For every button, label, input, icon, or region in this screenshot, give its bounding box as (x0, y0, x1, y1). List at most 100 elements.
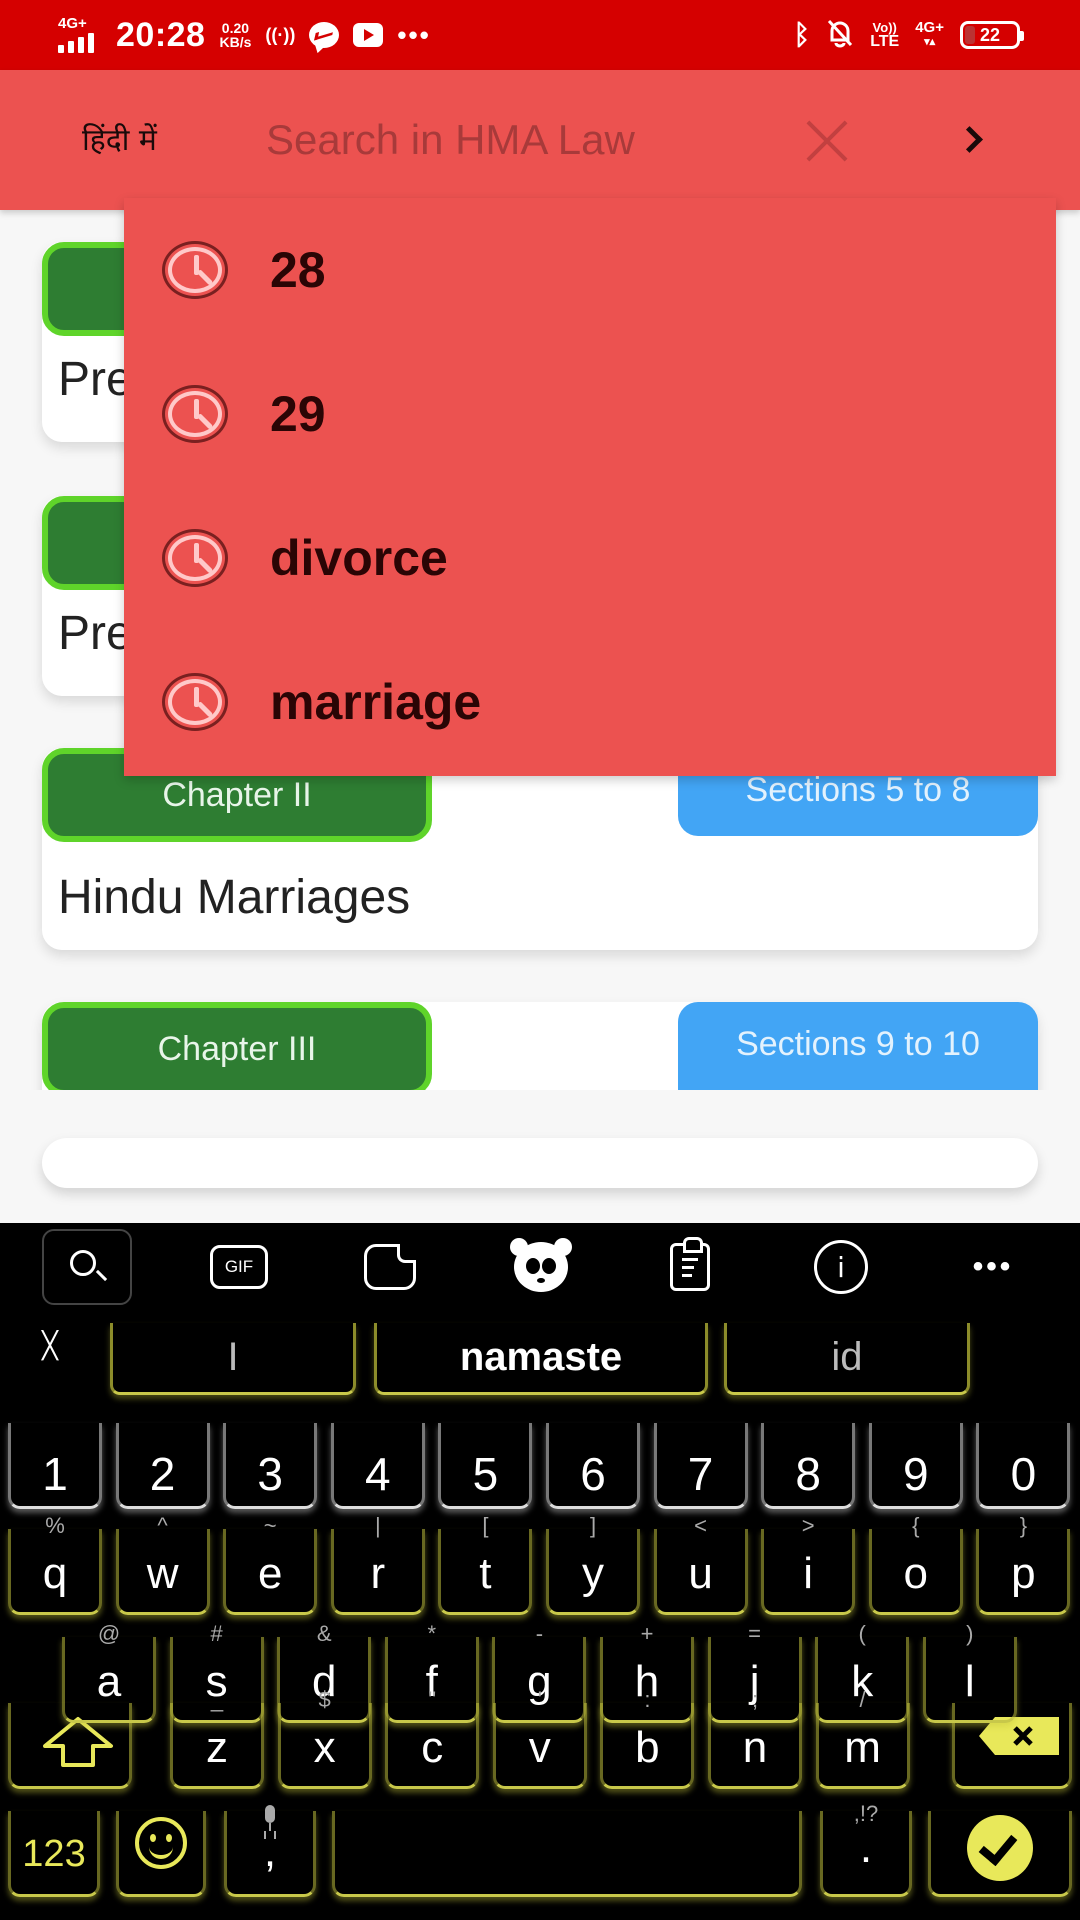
emoji-icon (135, 1816, 187, 1869)
letter-key[interactable]: ; n (708, 1687, 802, 1789)
key-alt-label: ( (858, 1621, 866, 1646)
letter-key[interactable]: ' v (492, 1687, 587, 1789)
number-key[interactable]: 5 (438, 1423, 533, 1509)
number-key[interactable]: 9 (868, 1423, 963, 1509)
key-label: i (803, 1549, 814, 1598)
key-alt-label: : (644, 1687, 651, 1712)
suggestion-item[interactable]: 28 (124, 198, 1056, 342)
key-label: o (903, 1549, 929, 1598)
key-label: a (96, 1657, 122, 1706)
number-key[interactable]: 2 (115, 1423, 210, 1509)
key-alt-label: ^ (157, 1513, 168, 1538)
number-key[interactable]: 8 (761, 1423, 856, 1509)
key-label: n (742, 1723, 768, 1772)
key-alt-label: % (45, 1513, 65, 1538)
letter-key[interactable]: ~ e (223, 1513, 318, 1615)
letter-key[interactable]: " c (385, 1687, 480, 1789)
clear-search-button[interactable] (800, 114, 854, 168)
more-icon: ••• (972, 1250, 1014, 1283)
letter-key[interactable]: _ z (170, 1687, 264, 1789)
key-label: u (688, 1549, 713, 1598)
collapse-keyboard-icon[interactable]: ╳ (32, 1333, 68, 1385)
letter-key[interactable]: % q (8, 1513, 102, 1615)
letter-key[interactable]: [t (438, 1513, 533, 1615)
space-key[interactable] (332, 1811, 802, 1897)
suggestion-item[interactable]: marriage (124, 630, 1056, 774)
key-label: 1 (42, 1448, 68, 1500)
sticker-button[interactable] (345, 1229, 435, 1305)
clipboard-button[interactable] (645, 1229, 735, 1305)
search-input[interactable] (266, 108, 766, 172)
key-label: z (206, 1723, 228, 1772)
key-label: 6 (580, 1448, 606, 1500)
number-key[interactable]: 0 (976, 1423, 1071, 1509)
key-alt-label: > (801, 1513, 815, 1538)
letter-key[interactable]: / m (815, 1687, 910, 1789)
hindi-language-toggle[interactable]: हिंदी में (82, 118, 157, 159)
key-alt-label: ] (589, 1513, 597, 1538)
key-alt-label: } (1019, 1513, 1028, 1538)
letter-key[interactable]: > i (761, 1513, 856, 1615)
letter-key[interactable]: :b (600, 1687, 695, 1789)
letter-key[interactable]: < u (653, 1513, 748, 1615)
battery-icon: 22 (960, 21, 1024, 49)
comma-key[interactable]: , (224, 1805, 316, 1897)
letter-key[interactable]: ^ w (115, 1513, 210, 1615)
suggestion-label: divorce (270, 530, 448, 586)
suggestion-item[interactable]: divorce (124, 486, 1056, 630)
keyboard-search-button[interactable] (42, 1229, 132, 1305)
number-key[interactable]: 6 (546, 1423, 640, 1509)
letter-key[interactable]: } p (976, 1513, 1071, 1615)
key-alt-label: " (428, 1687, 437, 1712)
gif-button[interactable]: GIF (194, 1229, 284, 1305)
key-alt-label: _ (210, 1687, 224, 1712)
more-options-button[interactable]: ••• (948, 1229, 1038, 1305)
letter-key[interactable]: ] y (546, 1513, 640, 1615)
hotspot-icon: ((·)) (265, 25, 296, 45)
key-label: 5 (472, 1448, 499, 1500)
search-icon (70, 1250, 96, 1276)
info-button[interactable]: i (796, 1229, 886, 1305)
number-key[interactable]: 4 (330, 1423, 425, 1509)
key-alt-label: < (694, 1513, 708, 1538)
app-bar: हिंदी में (0, 70, 1080, 210)
key-alt-label: = (748, 1621, 762, 1646)
word-suggestion[interactable]: I (110, 1323, 356, 1395)
emoji-key[interactable] (116, 1811, 206, 1897)
period-key[interactable]: ,!? . (820, 1801, 912, 1897)
key-label: 9 (903, 1448, 929, 1500)
chevron-right-icon[interactable] (958, 120, 988, 160)
history-clock-icon (162, 385, 228, 443)
key-label: t (479, 1549, 492, 1598)
letter-key[interactable]: @ a (62, 1621, 156, 1723)
key-label: 4 (365, 1448, 391, 1500)
letter-key[interactable]: $ x (277, 1687, 372, 1789)
key-label: 0 (1010, 1448, 1037, 1500)
chapter-badge[interactable]: Chapter III (42, 1002, 432, 1090)
number-key[interactable]: 7 (653, 1423, 748, 1509)
letter-key[interactable]: {o (868, 1513, 963, 1615)
key-alt-label: $ (318, 1687, 331, 1712)
word-suggestion[interactable]: id (724, 1323, 970, 1395)
key-label: w (146, 1549, 179, 1598)
symbols-key[interactable]: 123 (8, 1811, 100, 1897)
chapter-card[interactable]: Chapter III Sections 9 to 10 (42, 1002, 1038, 1090)
enter-key[interactable] (928, 1811, 1072, 1897)
letter-key[interactable]: | r (330, 1513, 425, 1615)
checkmark-icon (967, 1814, 1033, 1881)
word-suggestion[interactable]: namaste (374, 1323, 708, 1395)
word-suggestion-bar: ╳ I namaste id (0, 1323, 1080, 1403)
key-label: q (42, 1549, 68, 1598)
number-key[interactable]: 3 (223, 1423, 318, 1509)
letter-key[interactable]: ) l (922, 1621, 1017, 1723)
theme-button[interactable] (496, 1229, 586, 1305)
search-suggestions: 28 29 divorce marriage (124, 198, 1056, 776)
suggestion-item[interactable]: 29 (124, 342, 1056, 486)
sections-badge[interactable]: Sections 9 to 10 (678, 1002, 1038, 1090)
key-label: x (313, 1723, 336, 1772)
messenger-icon (309, 22, 340, 48)
bluetooth-icon: ᛒ (793, 18, 811, 51)
chapter-card[interactable]: Chapter II Sections 5 to 8 Hindu Marriag… (42, 748, 1038, 950)
number-key[interactable]: 1 (8, 1423, 102, 1509)
key-alt-label: ; (751, 1687, 759, 1712)
